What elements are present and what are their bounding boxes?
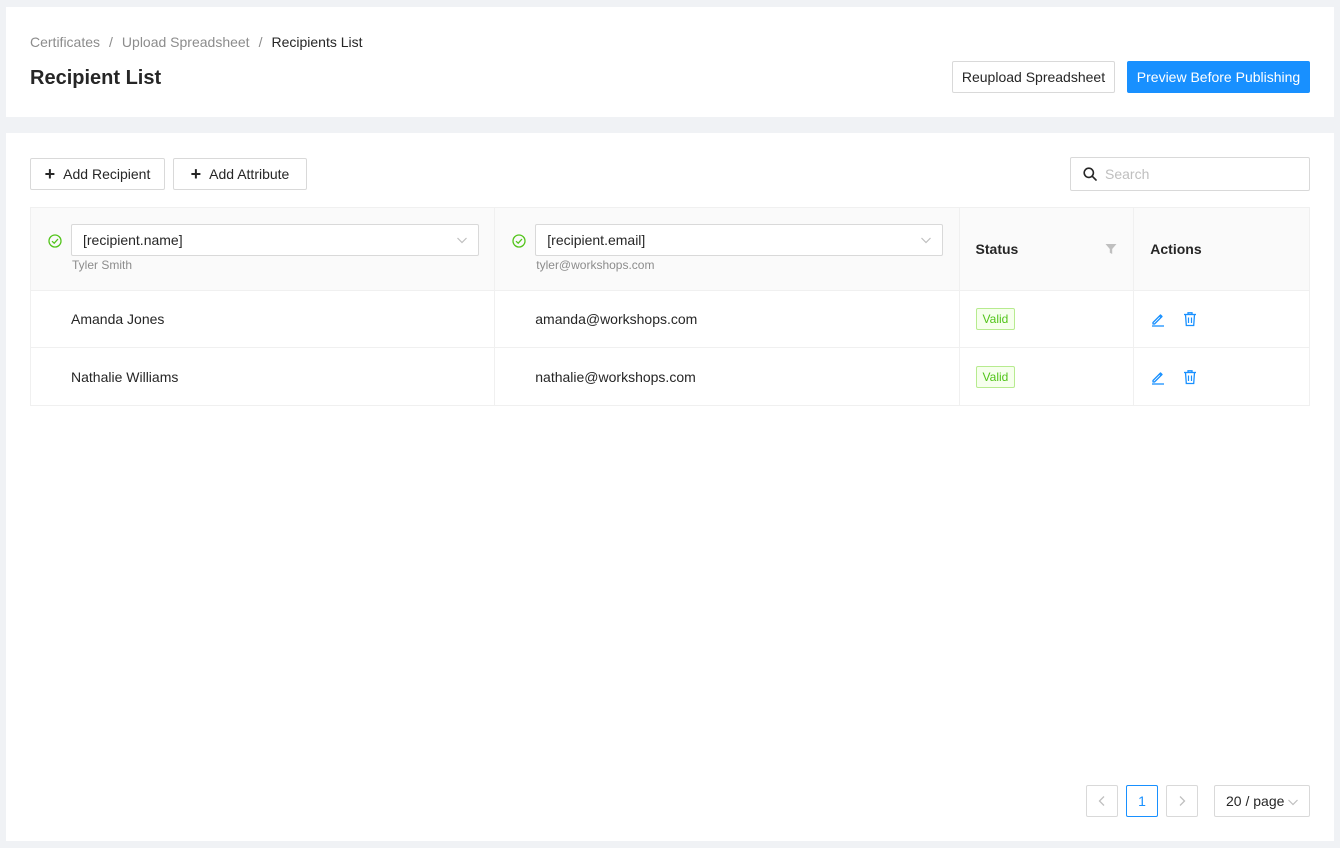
chevron-right-icon (1179, 796, 1186, 806)
name-sample-value: Tyler Smith (72, 258, 133, 272)
check-circle-icon (48, 234, 62, 248)
edit-icon[interactable] (1150, 369, 1166, 385)
filter-icon[interactable] (1105, 243, 1117, 255)
status-badge: Valid (975, 365, 1016, 388)
add-recipient-label: Add Recipient (63, 166, 151, 182)
previous-page-button[interactable] (1086, 785, 1118, 817)
breadcrumb-certificates[interactable]: Certificates (30, 34, 100, 50)
add-attribute-label: Add Attribute (209, 166, 290, 182)
status-cell: Valid (960, 290, 1135, 348)
page-size-select[interactable]: 20 / page (1214, 785, 1310, 817)
table-row: Amanda Jones amanda@workshops.com Valid (31, 290, 1309, 348)
recipient-email: amanda@workshops.com (495, 290, 960, 348)
recipient-list-panel: + Add Recipient + Add Attribute [recipie… (6, 133, 1334, 841)
search-box (1070, 157, 1310, 191)
chevron-down-icon (1288, 799, 1298, 806)
breadcrumb-separator: / (109, 34, 113, 50)
email-attribute-select[interactable]: [recipient.email] (535, 224, 944, 256)
plus-icon: + (190, 164, 202, 184)
status-column-header: Status (960, 208, 1135, 290)
email-column-header: [recipient.email] tyler@workshops.com (495, 208, 960, 290)
recipient-email: nathalie@workshops.com (495, 348, 960, 405)
chevron-left-icon (1098, 796, 1105, 806)
edit-icon[interactable] (1150, 311, 1166, 327)
chevron-down-icon (921, 237, 932, 244)
plus-icon: + (44, 164, 56, 184)
breadcrumb: Certificates / Upload Spreadsheet / Reci… (30, 34, 363, 50)
delete-icon[interactable] (1182, 369, 1198, 385)
delete-icon[interactable] (1182, 311, 1198, 327)
status-cell: Valid (960, 348, 1135, 405)
chevron-down-icon (457, 237, 467, 244)
recipients-table: [recipient.name] Tyler Smith [recipient.… (30, 207, 1310, 406)
recipient-name: Nathalie Williams (31, 348, 496, 405)
actions-cell (1134, 348, 1309, 405)
page-1-button[interactable]: 1 (1126, 785, 1158, 817)
breadcrumb-upload-spreadsheet[interactable]: Upload Spreadsheet (122, 34, 250, 50)
actions-header-label: Actions (1150, 241, 1202, 257)
preview-before-publishing-button[interactable]: Preview Before Publishing (1127, 61, 1310, 93)
status-header-label: Status (975, 241, 1019, 257)
name-column-header: [recipient.name] Tyler Smith (31, 208, 496, 290)
add-attribute-button[interactable]: + Add Attribute (173, 158, 307, 190)
actions-cell (1134, 291, 1309, 348)
name-attribute-value: [recipient.name] (83, 232, 183, 248)
page-size-value: 20 / page (1226, 793, 1285, 809)
search-icon (1083, 167, 1097, 181)
reupload-spreadsheet-button[interactable]: Reupload Spreadsheet (952, 61, 1115, 93)
breadcrumb-recipients-list: Recipients List (271, 34, 363, 50)
name-attribute-select[interactable]: [recipient.name] (71, 224, 479, 256)
recipient-name: Amanda Jones (31, 290, 496, 348)
actions-column-header: Actions (1134, 208, 1309, 290)
page-header: Certificates / Upload Spreadsheet / Reci… (6, 7, 1334, 117)
table-row: Nathalie Williams nathalie@workshops.com… (31, 348, 1309, 405)
status-badge: Valid (975, 308, 1016, 330)
search-input[interactable] (1105, 166, 1295, 182)
add-recipient-button[interactable]: + Add Recipient (30, 158, 165, 190)
page-title: Recipient List (30, 67, 162, 89)
breadcrumb-separator: / (258, 34, 263, 50)
check-circle-icon (512, 234, 526, 248)
next-page-button[interactable] (1166, 785, 1198, 817)
email-attribute-value: [recipient.email] (547, 232, 646, 248)
table-header-row: [recipient.name] Tyler Smith [recipient.… (31, 208, 1309, 291)
email-sample-value: tyler@workshops.com (536, 258, 655, 272)
